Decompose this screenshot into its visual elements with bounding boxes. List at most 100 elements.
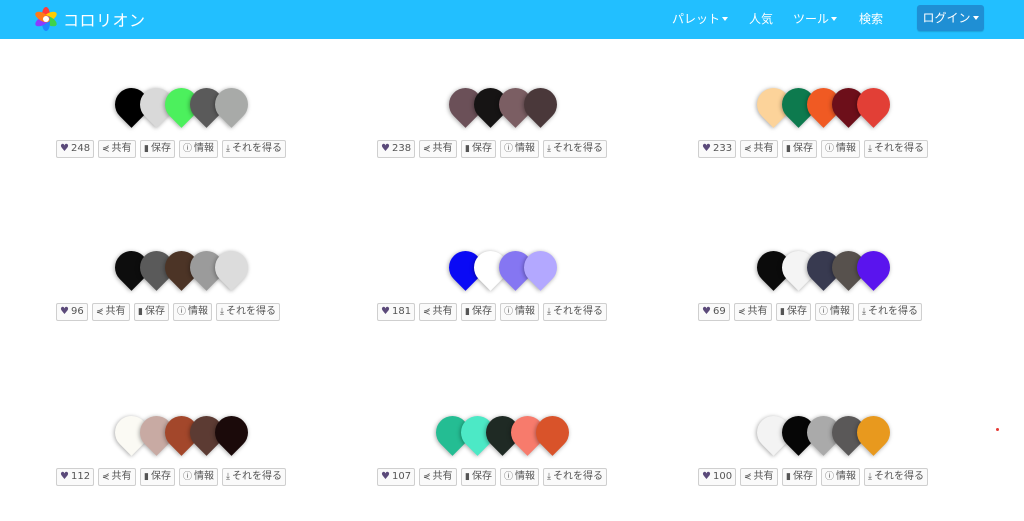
nav-palette[interactable]: パレット <box>672 10 729 27</box>
palette-swatches[interactable] <box>698 244 958 293</box>
palette-swatches[interactable] <box>56 81 316 130</box>
like-button[interactable]: ♥ 112 <box>56 468 95 486</box>
like-button[interactable]: ♥ 69 <box>698 303 730 321</box>
heart-icon: ♥ <box>381 143 390 154</box>
get-button[interactable]: ⤓ それを得る <box>858 303 922 321</box>
like-button[interactable]: ♥ 96 <box>56 303 88 321</box>
palette-card[interactable]: ♥ 96 ⋞ 共有 ▮ 保存 ⓘ 情報 ⤓ それを得る <box>56 244 316 341</box>
bookmark-icon: ▮ <box>138 307 143 317</box>
save-button[interactable]: ▮ 保存 <box>782 140 817 158</box>
palette-swatches[interactable] <box>56 244 316 293</box>
save-label: 保存 <box>786 306 807 317</box>
share-button[interactable]: ⋞ 共有 <box>734 303 772 321</box>
share-button[interactable]: ⋞ 共有 <box>740 140 778 158</box>
share-button[interactable]: ⋞ 共有 <box>740 468 778 486</box>
color-swatch[interactable] <box>516 81 564 128</box>
share-icon: ⋞ <box>423 307 431 317</box>
save-button[interactable]: ▮ 保存 <box>461 468 496 486</box>
info-button[interactable]: ⓘ 情報 <box>821 468 861 486</box>
palette-swatches[interactable] <box>56 409 316 458</box>
get-button[interactable]: ⤓ それを得る <box>222 468 286 486</box>
nav-tools[interactable]: ツール <box>793 10 838 27</box>
info-button[interactable]: ⓘ 情報 <box>500 468 540 486</box>
save-label: 保存 <box>150 471 171 482</box>
color-swatch[interactable] <box>850 81 897 128</box>
color-swatch[interactable] <box>208 409 255 456</box>
palette-actions: ♥ 100 ⋞ 共有 ▮ 保存 ⓘ 情報 ⤓ それを得る <box>698 468 958 486</box>
share-button[interactable]: ⋞ 共有 <box>98 140 136 158</box>
nav-search[interactable]: 検索 <box>859 10 883 27</box>
like-button[interactable]: ♥ 248 <box>56 140 95 158</box>
share-button[interactable]: ⋞ 共有 <box>419 303 457 321</box>
color-swatch[interactable] <box>529 409 576 456</box>
save-label: 保存 <box>471 143 492 154</box>
like-button[interactable]: ♥ 181 <box>377 303 416 321</box>
info-button[interactable]: ⓘ 情報 <box>500 140 540 158</box>
share-label: 共有 <box>111 471 132 482</box>
get-button[interactable]: ⤓ それを得る <box>222 140 286 158</box>
nav-popular[interactable]: 人気 <box>749 10 773 27</box>
like-button[interactable]: ♥ 238 <box>377 140 416 158</box>
save-button[interactable]: ▮ 保存 <box>134 303 169 321</box>
color-swatch[interactable] <box>516 244 564 291</box>
palette-swatches[interactable] <box>377 409 637 458</box>
get-button[interactable]: ⤓ それを得る <box>543 468 607 486</box>
info-button[interactable]: ⓘ 情報 <box>179 140 219 158</box>
like-button[interactable]: ♥ 100 <box>698 468 737 486</box>
save-button[interactable]: ▮ 保存 <box>140 468 175 486</box>
palette-card[interactable]: ♥ 112 ⋞ 共有 ▮ 保存 ⓘ 情報 ⤓ それを得る <box>56 409 316 506</box>
get-button[interactable]: ⤓ それを得る <box>864 468 928 486</box>
palette-swatches[interactable] <box>377 81 637 130</box>
palette-card[interactable]: ♥ 181 ⋞ 共有 ▮ 保存 ⓘ 情報 ⤓ それを得る <box>377 244 637 341</box>
palette-swatches[interactable] <box>698 81 958 130</box>
info-button[interactable]: ⓘ 情報 <box>815 303 855 321</box>
info-button[interactable]: ⓘ 情報 <box>821 140 861 158</box>
login-button[interactable]: ログイン <box>917 5 984 31</box>
save-button[interactable]: ▮ 保存 <box>140 140 175 158</box>
palette-actions: ♥ 96 ⋞ 共有 ▮ 保存 ⓘ 情報 ⤓ それを得る <box>56 303 316 321</box>
like-count: 248 <box>70 143 91 154</box>
brand[interactable]: コロリオン <box>34 6 146 32</box>
color-swatch[interactable] <box>850 244 897 291</box>
share-button[interactable]: ⋞ 共有 <box>419 468 457 486</box>
color-swatch[interactable] <box>850 409 897 456</box>
info-icon: ⓘ <box>825 472 835 482</box>
palette-swatches[interactable] <box>698 409 958 458</box>
share-button[interactable]: ⋞ 共有 <box>98 468 136 486</box>
get-label: それを得る <box>231 471 282 482</box>
palette-card[interactable]: ♥ 100 ⋞ 共有 ▮ 保存 ⓘ 情報 ⤓ それを得る <box>698 409 958 506</box>
info-button[interactable]: ⓘ 情報 <box>179 468 219 486</box>
palette-card[interactable]: ♥ 69 ⋞ 共有 ▮ 保存 ⓘ 情報 ⤓ それを得る <box>698 244 958 341</box>
save-button[interactable]: ▮ 保存 <box>782 468 817 486</box>
save-label: 保存 <box>471 306 492 317</box>
brand-name: コロリオン <box>63 11 146 30</box>
color-swatch[interactable] <box>208 81 255 128</box>
like-count: 69 <box>712 306 726 317</box>
get-button[interactable]: ⤓ それを得る <box>216 303 280 321</box>
share-button[interactable]: ⋞ 共有 <box>92 303 130 321</box>
palette-card[interactable]: ♥ 233 ⋞ 共有 ▮ 保存 ⓘ 情報 ⤓ それを得る <box>698 81 958 178</box>
like-button[interactable]: ♥ 107 <box>377 468 416 486</box>
navbar: コロリオン パレット 人気 ツール 検索 ログイン <box>0 0 1024 39</box>
save-button[interactable]: ▮ 保存 <box>461 140 496 158</box>
save-button[interactable]: ▮ 保存 <box>776 303 811 321</box>
save-button[interactable]: ▮ 保存 <box>461 303 496 321</box>
like-button[interactable]: ♥ 233 <box>698 140 737 158</box>
info-button[interactable]: ⓘ 情報 <box>173 303 213 321</box>
share-button[interactable]: ⋞ 共有 <box>419 140 457 158</box>
get-button[interactable]: ⤓ それを得る <box>864 140 928 158</box>
palette-card[interactable]: ♥ 107 ⋞ 共有 ▮ 保存 ⓘ 情報 ⤓ それを得る <box>377 409 637 506</box>
caret-down-icon <box>972 16 979 20</box>
get-label: それを得る <box>867 306 918 317</box>
palette-card[interactable]: ♥ 238 ⋞ 共有 ▮ 保存 ⓘ 情報 ⤓ それを得る <box>377 81 637 178</box>
palette-card[interactable]: ♥ 248 ⋞ 共有 ▮ 保存 ⓘ 情報 ⤓ それを得る <box>56 81 316 178</box>
palette-actions: ♥ 238 ⋞ 共有 ▮ 保存 ⓘ 情報 ⤓ それを得る <box>377 140 637 158</box>
info-label: 情報 <box>836 471 857 482</box>
color-swatch[interactable] <box>208 244 255 291</box>
info-button[interactable]: ⓘ 情報 <box>500 303 540 321</box>
get-button[interactable]: ⤓ それを得る <box>543 140 607 158</box>
like-count: 238 <box>391 143 412 154</box>
palette-swatches[interactable] <box>377 244 637 293</box>
get-button[interactable]: ⤓ それを得る <box>543 303 607 321</box>
download-icon: ⤓ <box>547 144 551 154</box>
